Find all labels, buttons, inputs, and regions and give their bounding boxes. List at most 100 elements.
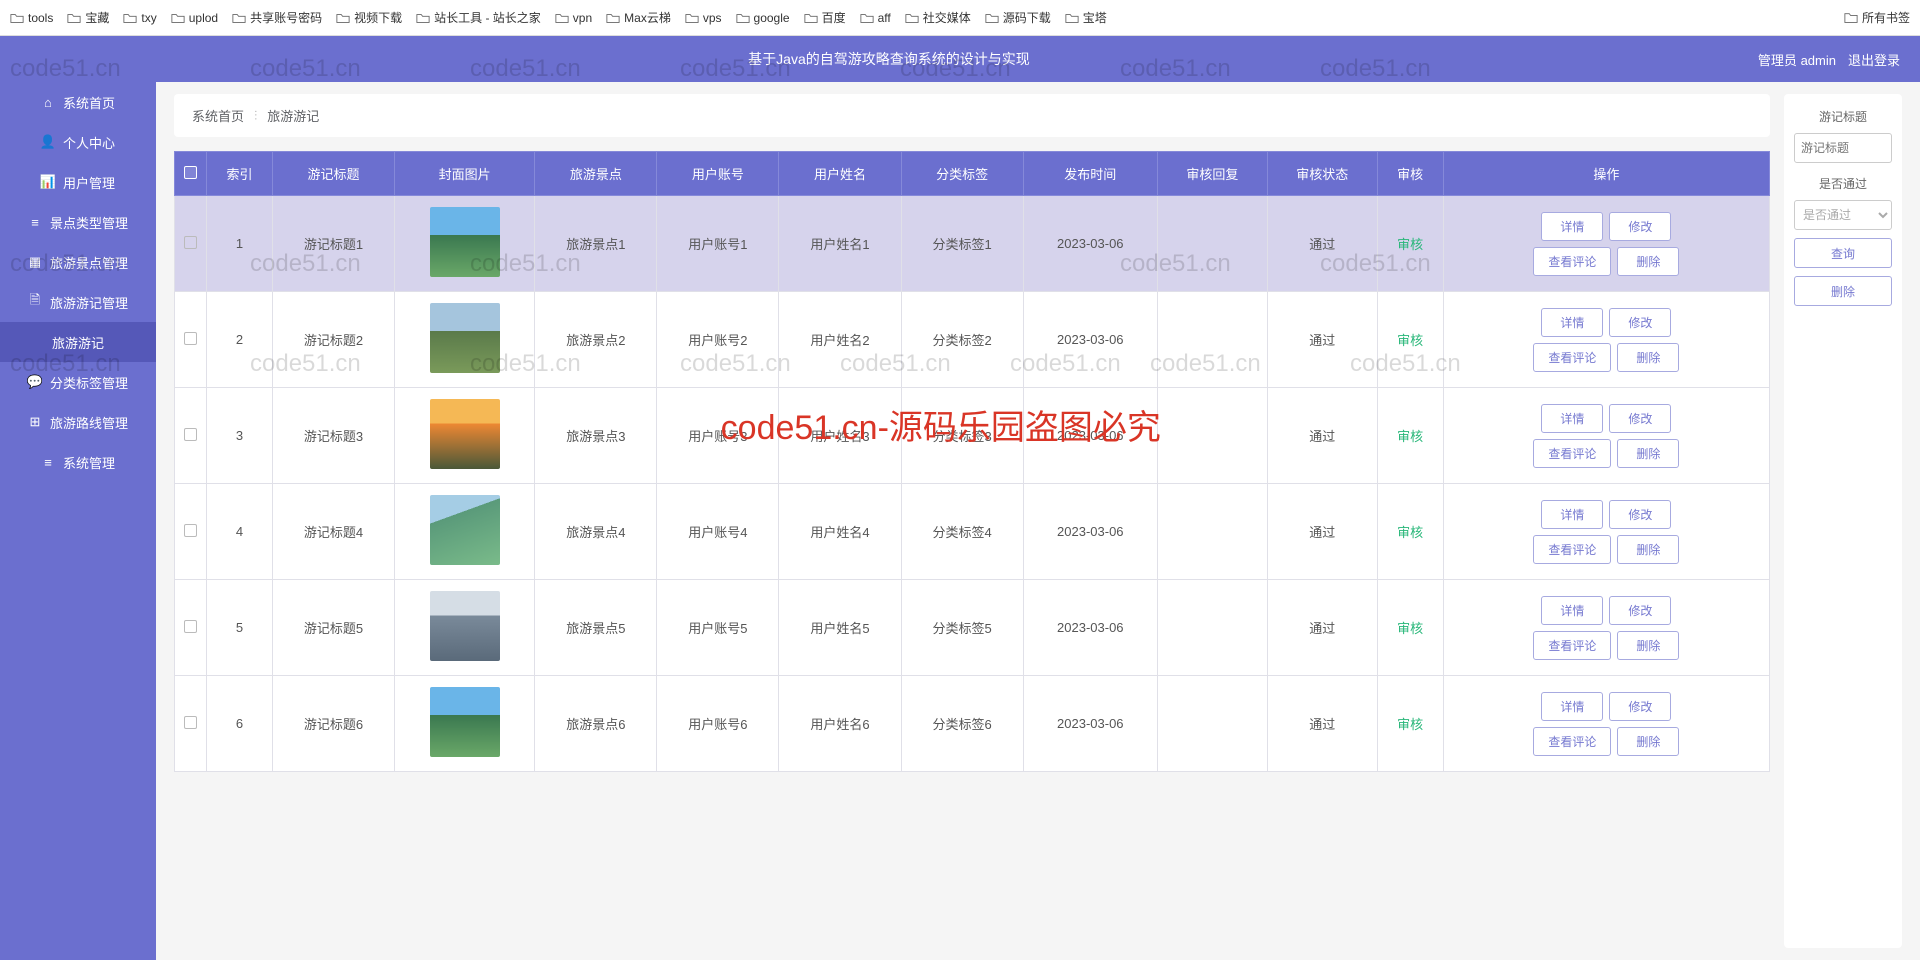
bookmark-label: uplod bbox=[189, 11, 218, 25]
op-删除-button[interactable]: 删除 bbox=[1617, 247, 1679, 276]
op-详情-button[interactable]: 详情 bbox=[1541, 404, 1603, 433]
breadcrumb-home[interactable]: 系统首页 bbox=[192, 106, 244, 125]
sidebar-item-0[interactable]: ⌂ 系统首页 bbox=[0, 82, 156, 122]
sidebar-item-1[interactable]: 👤 个人中心 bbox=[0, 122, 156, 162]
op-修改-button[interactable]: 修改 bbox=[1609, 404, 1671, 433]
bookmark-label: google bbox=[754, 11, 790, 25]
op-删除-button[interactable]: 删除 bbox=[1617, 727, 1679, 756]
sidebar-item-6[interactable]: 旅游游记 bbox=[0, 322, 156, 362]
thumbnail-image[interactable] bbox=[430, 591, 500, 661]
bookmark-item[interactable]: 宝塔 bbox=[1065, 9, 1107, 26]
bookmark-item[interactable]: 百度 bbox=[804, 9, 846, 26]
bookmark-item[interactable]: 源码下载 bbox=[985, 9, 1051, 26]
op-修改-button[interactable]: 修改 bbox=[1609, 212, 1671, 241]
sidebar-item-5[interactable]: 🗎 旅游游记管理 bbox=[0, 282, 156, 322]
sidebar-item-label: 旅游路线管理 bbox=[50, 413, 128, 432]
row-checkbox[interactable] bbox=[184, 236, 197, 249]
filter-pass-select[interactable]: 是否通过 bbox=[1794, 200, 1892, 230]
thumbnail-image[interactable] bbox=[430, 687, 500, 757]
audit-link[interactable]: 审核 bbox=[1397, 237, 1423, 252]
cell-reply bbox=[1157, 580, 1267, 676]
cell-reply bbox=[1157, 484, 1267, 580]
bookmark-all[interactable]: 所有书签 bbox=[1844, 9, 1910, 26]
audit-link[interactable]: 审核 bbox=[1397, 525, 1423, 540]
delete-button[interactable]: 删除 bbox=[1794, 276, 1892, 306]
audit-link[interactable]: 审核 bbox=[1397, 429, 1423, 444]
audit-link[interactable]: 审核 bbox=[1397, 333, 1423, 348]
op-查看评论-button[interactable]: 查看评论 bbox=[1533, 247, 1611, 276]
op-详情-button[interactable]: 详情 bbox=[1541, 308, 1603, 337]
thumbnail-image[interactable] bbox=[430, 495, 500, 565]
filter-title-input[interactable] bbox=[1794, 133, 1892, 163]
op-删除-button[interactable]: 删除 bbox=[1617, 535, 1679, 564]
op-详情-button[interactable]: 详情 bbox=[1541, 212, 1603, 241]
sidebar-item-9[interactable]: ≡ 系统管理 bbox=[0, 442, 156, 482]
query-button[interactable]: 查询 bbox=[1794, 238, 1892, 268]
sidebar-item-4[interactable]: ▦ 旅游景点管理 bbox=[0, 242, 156, 282]
bookmark-item[interactable]: vpn bbox=[555, 11, 592, 25]
cell-index: 5 bbox=[207, 580, 273, 676]
op-删除-button[interactable]: 删除 bbox=[1617, 631, 1679, 660]
op-查看评论-button[interactable]: 查看评论 bbox=[1533, 535, 1611, 564]
bookmark-item[interactable]: 视频下载 bbox=[336, 9, 402, 26]
cell-reply bbox=[1157, 292, 1267, 388]
sidebar-item-label: 分类标签管理 bbox=[50, 373, 128, 392]
row-checkbox[interactable] bbox=[184, 332, 197, 345]
bookmark-item[interactable]: 共享账号密码 bbox=[232, 9, 322, 26]
thumbnail-image[interactable] bbox=[430, 303, 500, 373]
op-删除-button[interactable]: 删除 bbox=[1617, 343, 1679, 372]
bookmark-item[interactable]: 宝藏 bbox=[67, 9, 109, 26]
audit-link[interactable]: 审核 bbox=[1397, 621, 1423, 636]
row-checkbox[interactable] bbox=[184, 524, 197, 537]
thumbnail-image[interactable] bbox=[430, 207, 500, 277]
cell-title: 游记标题3 bbox=[272, 388, 394, 484]
list-icon: ≡ bbox=[41, 455, 55, 469]
op-详情-button[interactable]: 详情 bbox=[1541, 596, 1603, 625]
op-查看评论-button[interactable]: 查看评论 bbox=[1533, 343, 1611, 372]
op-查看评论-button[interactable]: 查看评论 bbox=[1533, 631, 1611, 660]
bookmark-item[interactable]: google bbox=[736, 11, 790, 25]
bookmark-label: 百度 bbox=[822, 9, 846, 26]
op-修改-button[interactable]: 修改 bbox=[1609, 596, 1671, 625]
col-header: 用户账号 bbox=[657, 152, 779, 196]
folder-icon bbox=[232, 11, 246, 25]
row-checkbox[interactable] bbox=[184, 428, 197, 441]
op-删除-button[interactable]: 删除 bbox=[1617, 439, 1679, 468]
bookmark-item[interactable]: aff bbox=[860, 11, 891, 25]
op-查看评论-button[interactable]: 查看评论 bbox=[1533, 727, 1611, 756]
op-详情-button[interactable]: 详情 bbox=[1541, 692, 1603, 721]
sidebar-item-2[interactable]: 📊 用户管理 bbox=[0, 162, 156, 202]
sidebar-item-3[interactable]: ≡ 景点类型管理 bbox=[0, 202, 156, 242]
cell-reply bbox=[1157, 196, 1267, 292]
sidebar-item-7[interactable]: 💬 分类标签管理 bbox=[0, 362, 156, 402]
thumbnail-image[interactable] bbox=[430, 399, 500, 469]
bookmark-item[interactable]: txy bbox=[123, 11, 156, 25]
bookmark-item[interactable]: uplod bbox=[171, 11, 218, 25]
col-header: 审核 bbox=[1377, 152, 1443, 196]
op-详情-button[interactable]: 详情 bbox=[1541, 500, 1603, 529]
op-查看评论-button[interactable]: 查看评论 bbox=[1533, 439, 1611, 468]
bookmark-label: aff bbox=[878, 11, 891, 25]
bookmark-item[interactable]: 站长工具 - 站长之家 bbox=[416, 9, 541, 26]
table-row: 3 游记标题3 旅游景点3 用户账号3 用户姓名3 分类标签3 2023-03-… bbox=[175, 388, 1770, 484]
logout-link[interactable]: 退出登录 bbox=[1848, 50, 1900, 69]
select-all-checkbox[interactable] bbox=[184, 166, 197, 179]
folder-icon bbox=[416, 11, 430, 25]
sidebar-item-8[interactable]: ⊞ 旅游路线管理 bbox=[0, 402, 156, 442]
op-修改-button[interactable]: 修改 bbox=[1609, 500, 1671, 529]
op-修改-button[interactable]: 修改 bbox=[1609, 308, 1671, 337]
user-info[interactable]: 管理员 admin bbox=[1758, 50, 1836, 69]
row-checkbox[interactable] bbox=[184, 620, 197, 633]
bookmark-item[interactable]: vps bbox=[685, 11, 722, 25]
bookmark-item[interactable]: Max云梯 bbox=[606, 9, 671, 26]
bookmark-item[interactable]: tools bbox=[10, 11, 53, 25]
col-header: 索引 bbox=[207, 152, 273, 196]
cell-tag: 分类标签2 bbox=[901, 292, 1023, 388]
bookmark-item[interactable]: 社交媒体 bbox=[905, 9, 971, 26]
data-table: 索引游记标题封面图片旅游景点用户账号用户姓名分类标签发布时间审核回复审核状态审核… bbox=[174, 151, 1770, 772]
row-checkbox[interactable] bbox=[184, 716, 197, 729]
cell-username: 用户姓名4 bbox=[779, 484, 901, 580]
audit-link[interactable]: 审核 bbox=[1397, 717, 1423, 732]
op-修改-button[interactable]: 修改 bbox=[1609, 692, 1671, 721]
cell-username: 用户姓名1 bbox=[779, 196, 901, 292]
